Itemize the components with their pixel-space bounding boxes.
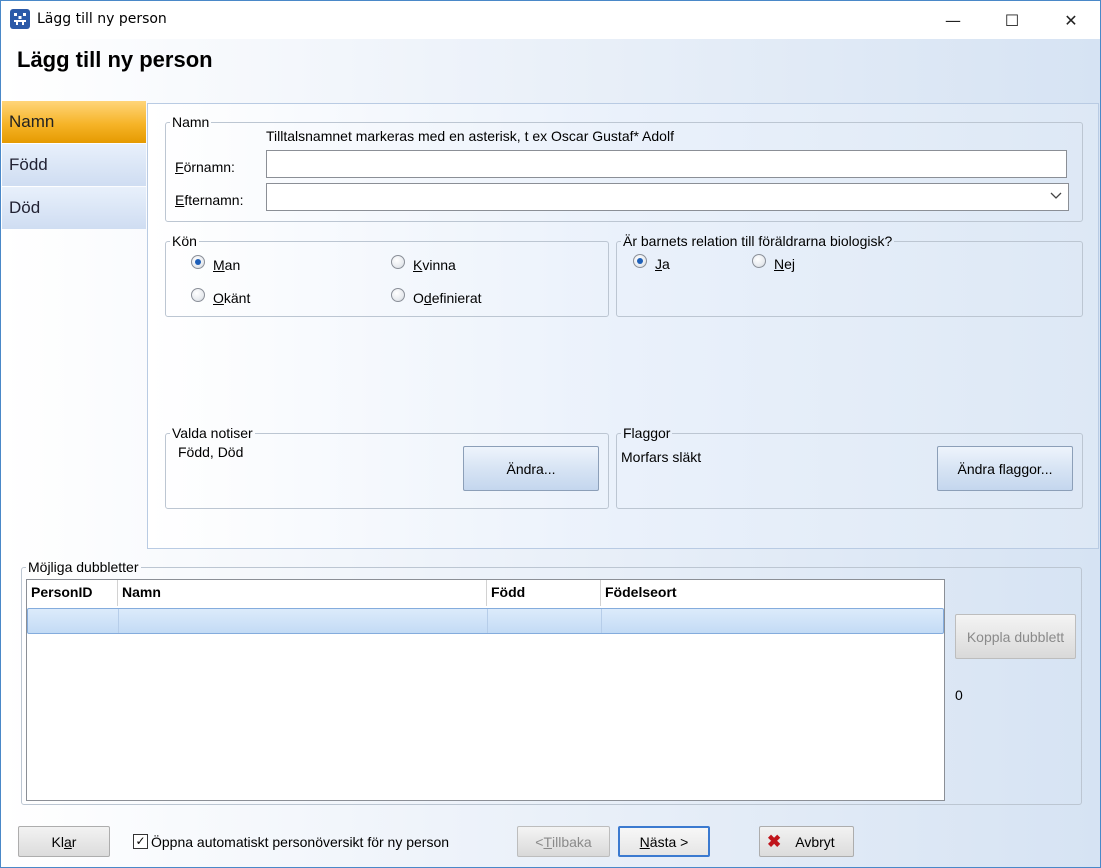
efternamn-combobox[interactable] <box>266 183 1069 211</box>
nasta-button[interactable]: Nästa > <box>618 826 710 857</box>
name-group-legend: Namn <box>172 114 210 130</box>
relation-group: Är barnets relation till föräldrarna bio… <box>616 233 1083 317</box>
col-fodelseort[interactable]: Födelseort <box>601 580 944 606</box>
radio-man[interactable] <box>191 255 205 269</box>
radio-man-label[interactable]: Man <box>213 257 240 273</box>
flaggor-group-legend: Flaggor <box>623 425 671 441</box>
relation-group-legend: Är barnets relation till föräldrarna bio… <box>623 233 893 249</box>
cell-personid <box>28 609 119 633</box>
chevron-down-icon[interactable] <box>1050 189 1062 203</box>
auto-open-label[interactable]: Öppna automatiskt personöversikt för ny … <box>151 834 449 850</box>
flaggor-value: Morfars släkt <box>621 449 702 465</box>
minimize-icon: — <box>945 10 961 30</box>
col-personid[interactable]: PersonID <box>27 580 118 606</box>
fornamn-label: Förnamn: <box>175 159 235 175</box>
window-title: Lägg till ny person <box>37 11 167 27</box>
fornamn-input[interactable] <box>266 150 1067 178</box>
minimize-button[interactable]: — <box>924 1 982 39</box>
cancel-x-icon: ✖ <box>767 831 782 851</box>
avbryt-button[interactable]: ✖ Avbryt <box>759 826 854 857</box>
andra-flaggor-button[interactable]: Ändra flaggor... <box>937 446 1073 491</box>
andra-notiser-button[interactable]: Ändra... <box>463 446 599 491</box>
notiser-group-legend: Valda notiser <box>172 425 253 441</box>
dialog-window: Lägg till ny person — ☐ ✕ Lägg till ny p… <box>0 0 1101 868</box>
table-row[interactable] <box>27 608 944 634</box>
nav-item-namn[interactable]: Namn <box>2 101 146 143</box>
klar-button[interactable]: Kl a r <box>18 826 110 857</box>
duplicate-count: 0 <box>955 687 963 703</box>
cell-namn <box>119 609 488 633</box>
kon-group-legend: Kön <box>172 233 197 249</box>
nav-item-dod[interactable]: Död <box>2 187 146 229</box>
main-panel: Namn Tilltalsnamnet markeras med en aste… <box>147 103 1099 549</box>
radio-odefinierat[interactable] <box>391 288 405 302</box>
table-header: PersonID Namn Född Födelseort <box>27 580 944 606</box>
radio-nej[interactable] <box>752 254 766 268</box>
efternamn-label: Efternamn: <box>175 192 244 208</box>
radio-okant[interactable] <box>191 288 205 302</box>
radio-ja-label[interactable]: Ja <box>655 256 670 272</box>
radio-kvinna[interactable] <box>391 255 405 269</box>
tillbaka-button[interactable]: < Tillbaka <box>517 826 610 857</box>
radio-okant-label[interactable]: Okänt <box>213 290 250 306</box>
col-namn[interactable]: Namn <box>118 580 487 606</box>
maximize-button[interactable]: ☐ <box>983 1 1041 39</box>
maximize-icon: ☐ <box>1004 10 1020 30</box>
nav-item-fodd[interactable]: Född <box>2 144 146 186</box>
close-button[interactable]: ✕ <box>1042 1 1100 39</box>
radio-kvinna-label[interactable]: Kvinna <box>413 257 456 273</box>
auto-open-checkbox[interactable]: ✓ <box>133 834 148 849</box>
cell-fodd <box>488 609 602 633</box>
notiser-value: Född, Död <box>178 444 244 460</box>
koppla-dubblett-button[interactable]: Koppla dubblett <box>955 614 1076 659</box>
app-icon <box>10 9 30 29</box>
close-icon: ✕ <box>1064 10 1078 30</box>
title-bar: Lägg till ny person — ☐ ✕ <box>1 1 1100 39</box>
avbryt-label: Avbryt <box>795 833 835 850</box>
radio-ja[interactable] <box>633 254 647 268</box>
page-title: Lägg till ny person <box>17 47 213 72</box>
cell-fodelseort <box>602 609 943 633</box>
col-fodd[interactable]: Född <box>487 580 601 606</box>
radio-odefinierat-label[interactable]: Odefinierat <box>413 290 482 306</box>
name-hint: Tilltalsnamnet markeras med en asterisk,… <box>266 128 674 144</box>
duplicates-table[interactable]: PersonID Namn Född Födelseort <box>26 579 945 801</box>
radio-nej-label[interactable]: Nej <box>774 256 795 272</box>
duplicates-group-legend: Möjliga dubbletter <box>28 559 139 575</box>
